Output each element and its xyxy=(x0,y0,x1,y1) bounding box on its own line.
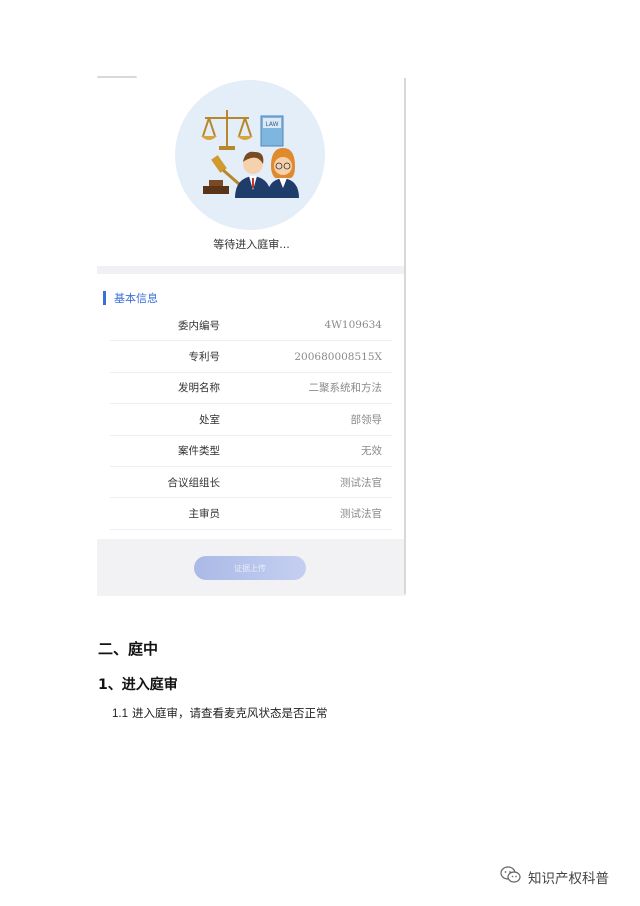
paragraph-number: 1.1 xyxy=(112,708,128,720)
lawyer-man-figure xyxy=(235,151,271,198)
waiting-status-text: 等待进入庭审... xyxy=(213,238,290,251)
info-value: 测试法官 xyxy=(340,476,382,489)
section-heading: 二、庭中 xyxy=(98,640,159,658)
info-value: 4W109634 xyxy=(324,319,382,332)
info-row-case-type: 案件类型 无效 xyxy=(110,436,392,467)
info-row-panel-leader: 合议组组长 测试法官 xyxy=(110,467,392,499)
info-label: 合议组组长 xyxy=(167,476,221,489)
info-label: 专利号 xyxy=(188,351,221,364)
paragraph-text: 进入庭审，请查看麦克风状态是否正常 xyxy=(132,706,328,720)
scales-icon xyxy=(202,110,252,148)
info-row-patent-number: 专利号 200680008515X xyxy=(110,341,392,373)
basic-info-table: 委内编号 4W109634 专利号 200680008515X 发明名称 二聚系… xyxy=(110,310,392,530)
instruction-paragraph: 1.1 进入庭审，请查看麦克风状态是否正常 xyxy=(112,705,328,721)
section-divider xyxy=(97,266,406,274)
info-value: 测试法官 xyxy=(340,508,382,521)
section-accent-bar xyxy=(103,291,106,305)
info-label: 委内编号 xyxy=(178,319,220,332)
info-row-chief-examiner: 主审员 测试法官 xyxy=(110,498,392,530)
info-label: 处室 xyxy=(199,413,220,426)
phone-screenshot: LAW 等待进入庭审... 基本信息 委内编号 4W109634 专利号 200… xyxy=(97,78,406,596)
info-label: 主审员 xyxy=(188,508,221,521)
evidence-upload-button[interactable]: 证据上传 xyxy=(194,556,306,580)
phone-footer: 证据上传 xyxy=(97,539,406,596)
info-value: 二聚系统和方法 xyxy=(308,382,383,395)
info-row-invention-name: 发明名称 二聚系统和方法 xyxy=(110,373,392,405)
info-value: 无效 xyxy=(361,445,382,458)
law-book-icon: LAW xyxy=(260,115,284,147)
phone-edge xyxy=(404,78,406,594)
info-value: 部领导 xyxy=(350,413,383,426)
basic-info-header: 基本信息 xyxy=(103,290,158,306)
info-row-case-number: 委内编号 4W109634 xyxy=(110,310,392,342)
info-label: 发明名称 xyxy=(178,382,220,395)
court-illustration: LAW xyxy=(175,80,325,230)
watermark-text: 知识产权科普 xyxy=(528,871,609,887)
info-label: 案件类型 xyxy=(178,445,220,458)
svg-text:LAW: LAW xyxy=(265,121,278,128)
basic-info-title: 基本信息 xyxy=(114,292,158,305)
watermark: 知识产权科普 xyxy=(500,866,609,888)
subsection-heading: 1、进入庭审 xyxy=(98,677,178,693)
wechat-icon xyxy=(500,866,522,888)
gavel-icon xyxy=(203,155,240,194)
info-row-department: 处室 部领导 xyxy=(110,404,392,436)
lawyer-woman-figure xyxy=(267,148,299,198)
info-value: 200680008515X xyxy=(294,350,382,363)
